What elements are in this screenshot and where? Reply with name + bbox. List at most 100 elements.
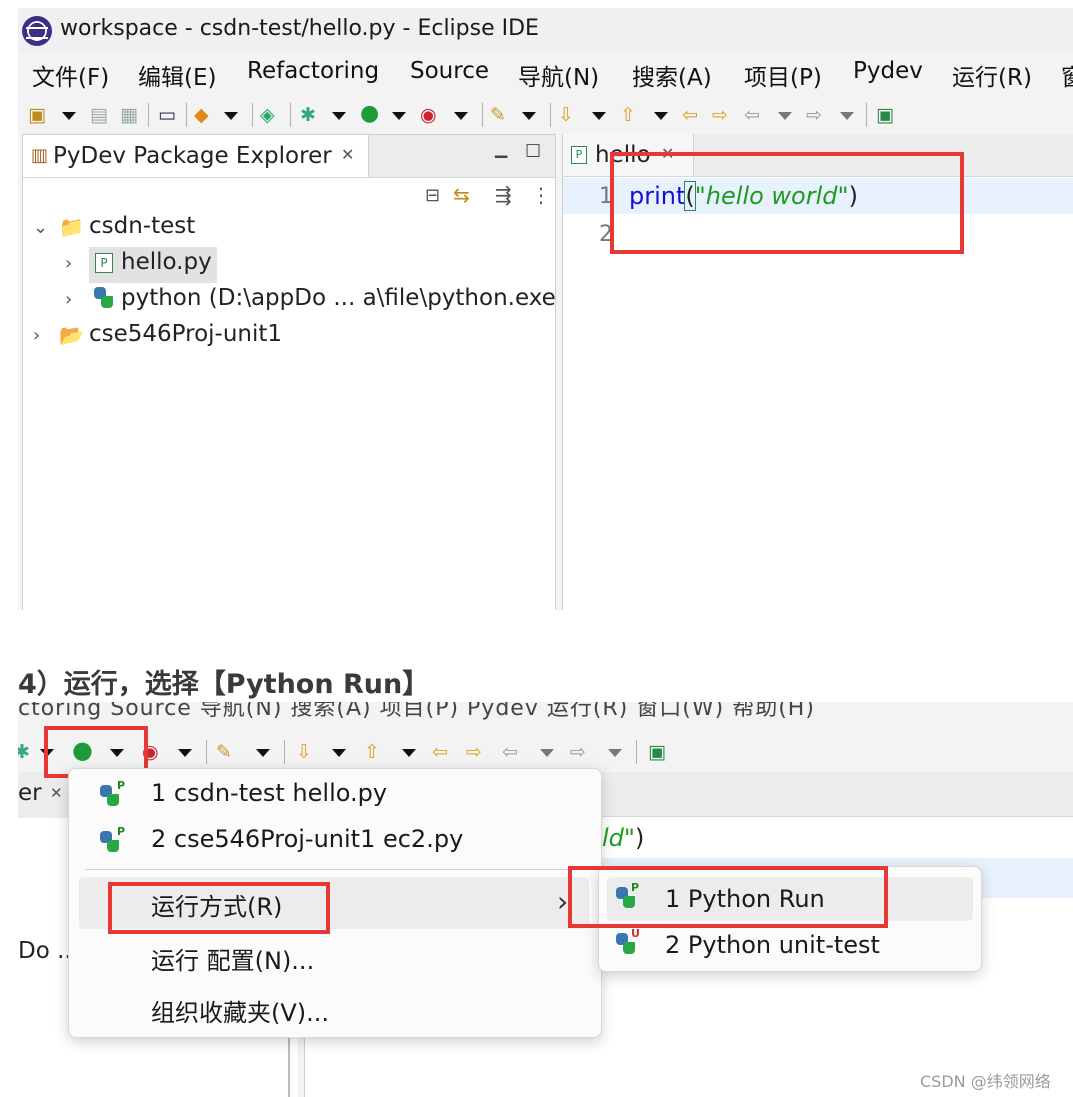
- title-bar: workspace - csdn-test/hello.py - Eclipse…: [18, 8, 1073, 52]
- close-icon[interactable]: ✕: [341, 145, 354, 164]
- project-folder-icon: 📂: [59, 323, 84, 347]
- python-unit-test-menu-item[interactable]: 2 Python unit-test: [665, 931, 880, 959]
- package-explorer-icon: ▥: [31, 145, 49, 166]
- chevron-right-icon[interactable]: ›: [65, 253, 72, 274]
- save-icon[interactable]: ▤: [90, 103, 108, 127]
- forward-dropdown-icon[interactable]: [608, 749, 622, 757]
- close-icon[interactable]: ✕: [50, 784, 63, 802]
- menu-separator: [85, 869, 585, 870]
- tree-project-csdn-test[interactable]: csdn-test: [89, 213, 195, 239]
- menu-run[interactable]: 运行(R): [952, 58, 1032, 92]
- collapse-all-icon[interactable]: ⊟: [425, 185, 440, 206]
- python-file-icon: P: [95, 253, 113, 273]
- eclipse-window-screenshot: workspace - csdn-test/hello.py - Eclipse…: [18, 8, 1073, 610]
- menu-project[interactable]: 项目(P): [744, 58, 822, 92]
- tree-file-hello[interactable]: hello.py: [121, 249, 212, 275]
- last-edit-icon[interactable]: ⇦: [432, 740, 448, 764]
- menu-pydev[interactable]: Pydev: [853, 58, 923, 84]
- menu-window[interactable]: 窗: [1061, 58, 1073, 92]
- view-menu-icon[interactable]: ⋮: [531, 183, 551, 207]
- save-all-icon[interactable]: ▦: [120, 103, 138, 127]
- menu-search[interactable]: 搜索(A): [632, 58, 712, 92]
- run-icon[interactable]: ●: [360, 102, 379, 126]
- next-annotation-dropdown-icon[interactable]: [332, 749, 346, 757]
- submenu-arrow-icon: ›: [557, 885, 569, 918]
- debug-dropdown-icon[interactable]: [332, 112, 346, 120]
- highlight-box-run-as: [108, 882, 330, 934]
- panel-divider: [288, 1032, 290, 1097]
- prev-annotation-icon[interactable]: ⇧: [620, 103, 636, 127]
- last-edit-icon[interactable]: ⇦: [682, 103, 698, 127]
- main-toolbar: ▣ ▤ ▦ ▭ ◆ ◈ ✱ ● ◉ ✎ ⇩ ⇧ ⇦ ⇨ ⇦ ⇨ ▣: [18, 96, 1073, 134]
- chevron-right-icon[interactable]: ›: [33, 325, 40, 346]
- menu-source[interactable]: Source: [410, 58, 489, 84]
- back-dropdown-icon[interactable]: [778, 112, 792, 120]
- python-console-icon[interactable]: ◈: [260, 103, 275, 127]
- new-file-icon[interactable]: ▣: [28, 103, 46, 127]
- run-history-item-1[interactable]: 1 csdn-test hello.py: [151, 779, 387, 807]
- pen-dropdown-icon[interactable]: [522, 112, 536, 120]
- back-icon[interactable]: ⇦: [744, 103, 760, 127]
- pen-dropdown-icon[interactable]: [256, 749, 270, 757]
- organize-favorites-menu-item[interactable]: 组织收藏夹(V)...: [151, 993, 329, 1028]
- tree-project-cse546[interactable]: cse546Proj-unit1: [89, 321, 282, 347]
- back-icon[interactable]: ⇦: [502, 740, 518, 764]
- package-icon[interactable]: ◆: [194, 103, 209, 127]
- maximize-icon[interactable]: ☐: [525, 141, 541, 162]
- python-file-icon: P: [571, 146, 587, 164]
- open-perspective-icon[interactable]: ▣: [648, 740, 666, 764]
- next-annotation-dropdown-icon[interactable]: [592, 112, 606, 120]
- prev-annotation-dropdown-icon[interactable]: [654, 112, 668, 120]
- back-dropdown-icon[interactable]: [540, 749, 554, 757]
- unit-test-badge: U: [631, 927, 640, 940]
- explorer-tab[interactable]: ▥ PyDev Package Explorer ✕: [23, 135, 369, 177]
- python-icon: [93, 287, 115, 309]
- tree-interpreter[interactable]: python (D:\appDo ... a\file\python.exe: [121, 285, 556, 311]
- explorer-title: PyDev Package Explorer: [53, 143, 332, 169]
- prev-annotation-icon[interactable]: ⇧: [364, 740, 380, 764]
- menu-refactoring[interactable]: Refactoring: [247, 58, 379, 84]
- external-tools-dropdown-icon[interactable]: [178, 749, 192, 757]
- filter-icon[interactable]: ⇶: [495, 183, 512, 207]
- next-annotation-icon[interactable]: ⇩: [558, 103, 574, 127]
- highlight-box-code: [610, 152, 964, 254]
- link-editor-icon[interactable]: ⇆: [453, 183, 470, 207]
- prev-annotation-dropdown-icon[interactable]: [402, 749, 416, 757]
- window-title: workspace - csdn-test/hello.py - Eclipse…: [60, 16, 539, 41]
- forward-dropdown-icon[interactable]: [840, 112, 854, 120]
- explorer-tab-fragment-label: er: [18, 780, 42, 806]
- project-folder-icon: 📁: [59, 215, 84, 239]
- menu-bar: 文件(F) 编辑(E) Refactoring Source 导航(N) 搜索(…: [18, 52, 1073, 92]
- debug-icon[interactable]: ✱: [18, 740, 30, 764]
- pen-icon[interactable]: ✎: [490, 103, 506, 127]
- terminal-icon[interactable]: ▭: [158, 103, 176, 127]
- open-perspective-icon[interactable]: ▣: [876, 103, 894, 127]
- python-badge: P: [117, 825, 126, 838]
- external-tools-dropdown-icon[interactable]: [454, 112, 468, 120]
- package-dropdown-icon[interactable]: [224, 112, 238, 120]
- chevron-down-icon[interactable]: ⌄: [33, 217, 48, 238]
- forward-edit-icon[interactable]: ⇨: [712, 103, 728, 127]
- external-tools-icon[interactable]: ◉: [420, 103, 437, 127]
- chevron-right-icon[interactable]: ›: [65, 289, 72, 310]
- new-dropdown-icon[interactable]: [62, 112, 76, 120]
- forward-icon[interactable]: ⇨: [570, 740, 586, 764]
- next-annotation-icon[interactable]: ⇩: [296, 740, 312, 764]
- menu-edit[interactable]: 编辑(E): [138, 58, 216, 92]
- pen-icon[interactable]: ✎: [216, 740, 232, 764]
- run-history-item-2[interactable]: 2 cse546Proj-unit1 ec2.py: [151, 825, 463, 853]
- menu-navigate[interactable]: 导航(N): [518, 58, 599, 92]
- debug-icon[interactable]: ✱: [300, 103, 316, 127]
- menu-file[interactable]: 文件(F): [32, 58, 109, 92]
- minimize-icon[interactable]: ▁: [495, 139, 507, 158]
- watermark: CSDN @纬领网络: [920, 1072, 1051, 1091]
- explorer-fragment-text: Do ..: [18, 938, 72, 964]
- run-config-menu-item[interactable]: 运行 配置(N)...: [151, 941, 314, 976]
- python-badge: P: [117, 779, 126, 792]
- eclipse-logo-icon: [22, 16, 52, 46]
- forward-icon[interactable]: ⇨: [806, 103, 822, 127]
- run-dropdown-icon[interactable]: [392, 112, 406, 120]
- highlight-box-python-run: [568, 866, 888, 928]
- forward-edit-icon[interactable]: ⇨: [466, 740, 482, 764]
- run-toolbar: ✱ ● ◉ ✎ ⇩ ⇧ ⇦ ⇨ ⇦ ⇨ ▣: [18, 732, 1073, 772]
